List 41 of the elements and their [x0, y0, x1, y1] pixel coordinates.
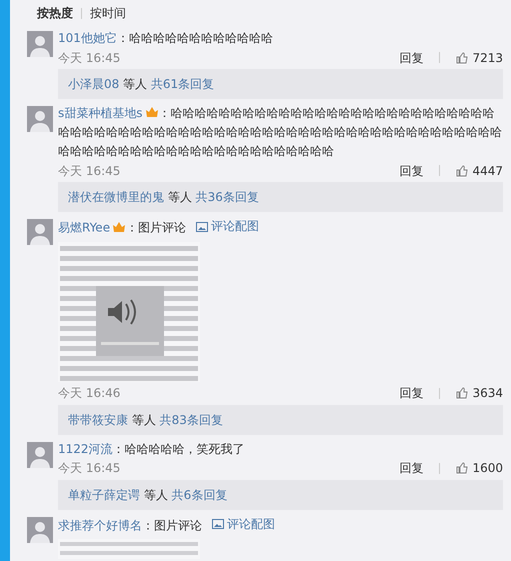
- image-comment-label: ：图片评论: [126, 220, 186, 234]
- avatar-icon[interactable]: [27, 516, 53, 542]
- user-name[interactable]: 101他她它: [58, 31, 117, 45]
- image-comment-label: ：图片评论: [142, 518, 202, 532]
- like-button[interactable]: 4447: [456, 162, 503, 180]
- like-button[interactable]: 7213: [456, 48, 503, 66]
- like-button[interactable]: 3634: [456, 384, 503, 402]
- user-name[interactable]: 1122河流: [58, 442, 113, 456]
- replies-summary[interactable]: 单粒子薛定谔 等人 共6条回复: [58, 480, 503, 510]
- reply-link[interactable]: 回复: [399, 162, 424, 180]
- reply-link[interactable]: 回复: [399, 384, 424, 402]
- thumbs-up-icon: [456, 387, 468, 399]
- avatar-icon[interactable]: [27, 31, 53, 57]
- comment-time: 今天 16:45: [58, 460, 120, 477]
- comment-text: s甜菜种植基地s ：哈哈哈哈哈哈哈哈哈哈哈哈哈哈哈哈哈哈哈哈哈哈哈哈哈哈哈哈哈哈哈哈哈哈哈哈哈哈哈哈哈哈哈哈哈哈哈哈哈哈哈哈哈哈哈哈哈哈哈哈哈哈哈哈哈哈哈哈哈哈哈哈哈哈哈哈哈哈哈哈哈哈哈哈哈哈哈: [58, 105, 503, 160]
- reply-link[interactable]: 回复: [399, 459, 424, 477]
- avatar-icon[interactable]: [27, 442, 53, 468]
- replies-summary[interactable]: 小泽晨08 等人 共61条回复: [58, 69, 503, 99]
- sort-tab[interactable]: 按时间: [90, 4, 126, 22]
- comment-time: 今天 16:45: [58, 50, 120, 66]
- avatar-icon[interactable]: [27, 219, 53, 245]
- comment-text: 1122河流：哈哈哈哈哈，笑死我了: [58, 440, 246, 458]
- thumbs-up-icon: [456, 462, 468, 474]
- image-link[interactable]: 评论配图: [196, 217, 260, 236]
- thumbs-up-icon: [456, 164, 468, 176]
- like-button[interactable]: 1600: [456, 459, 503, 477]
- replies-summary[interactable]: 带带筱安康 等人 共83条回复: [58, 404, 503, 434]
- user-name[interactable]: s甜菜种植基地s: [58, 106, 143, 120]
- comment-text: 101他她它：哈哈哈哈哈哈哈哈哈哈哈哈: [58, 30, 274, 47]
- thumbs-up-icon: [456, 52, 468, 64]
- comment-time: 今天 16:45: [58, 162, 120, 180]
- replies-summary[interactable]: 潜伏在微博里的鬼 等人 共36条回复: [58, 182, 503, 212]
- comment-time: 今天 16:46: [58, 385, 120, 402]
- image-icon: [196, 222, 208, 232]
- avatar-icon[interactable]: [27, 106, 53, 132]
- sort-tab[interactable]: 按热度: [37, 4, 73, 22]
- image-link[interactable]: 评论配图: [212, 514, 275, 534]
- user-name[interactable]: 易燃RYee: [58, 220, 110, 234]
- reply-link[interactable]: 回复: [399, 48, 424, 66]
- user-name[interactable]: 求推荐个好博名: [58, 518, 142, 532]
- image-icon: [212, 519, 224, 529]
